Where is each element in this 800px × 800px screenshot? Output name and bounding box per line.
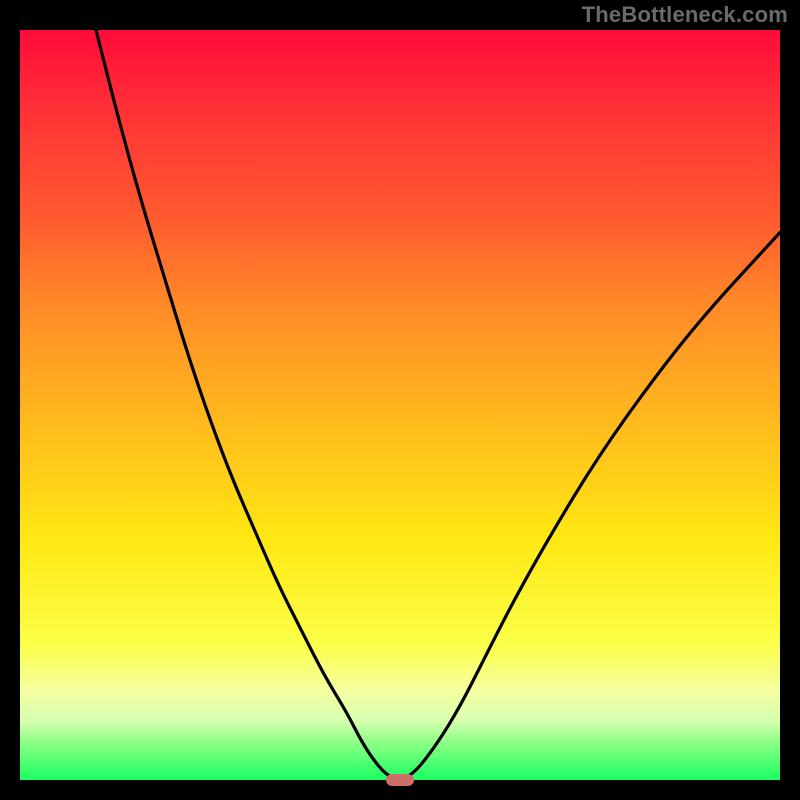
curve-svg <box>20 30 780 780</box>
bottleneck-curve <box>96 30 780 779</box>
optimum-marker <box>386 774 414 786</box>
chart-container: TheBottleneck.com <box>0 0 800 800</box>
attribution-text: TheBottleneck.com <box>582 2 788 28</box>
plot-area <box>20 30 780 780</box>
